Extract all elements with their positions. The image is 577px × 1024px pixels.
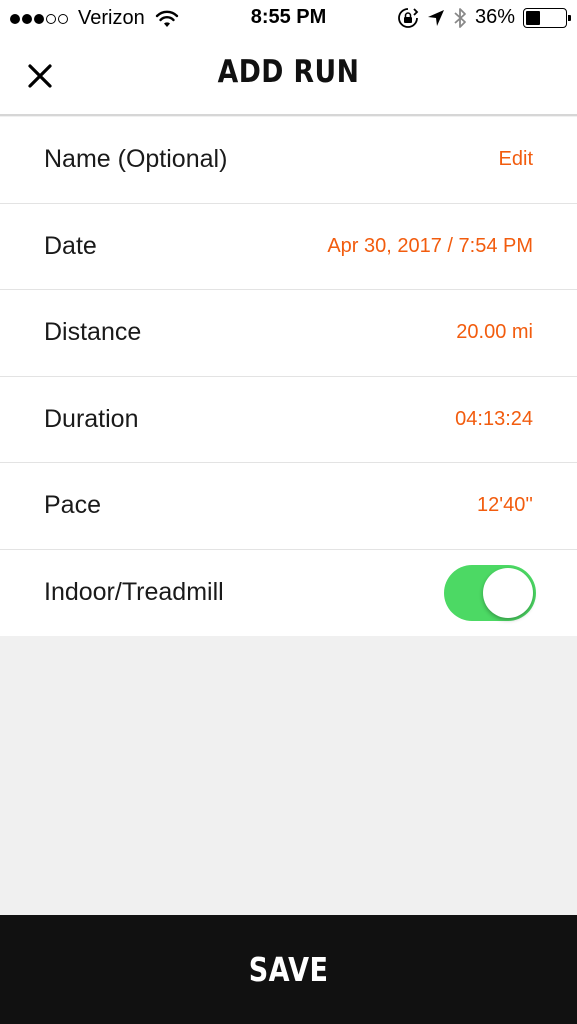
indoor-treadmill-label: Indoor/Treadmill (44, 578, 224, 607)
signal-dot (10, 13, 20, 24)
indoor-treadmill-row: Indoor/Treadmill (0, 550, 577, 637)
save-button[interactable]: SAVE (0, 915, 577, 1024)
name-edit-link[interactable]: Edit (499, 148, 533, 171)
battery-percent: 36% (474, 6, 515, 28)
add-run-form: Name (Optional) Edit Date Apr 30, 2017 /… (0, 117, 577, 636)
battery-fill (526, 10, 540, 25)
name-label: Name (Optional) (44, 145, 228, 174)
pace-label: Pace (44, 491, 101, 520)
duration-row[interactable]: Duration 04:13:24 (0, 377, 577, 463)
distance-label: Distance (44, 318, 142, 347)
date-value[interactable]: Apr 30, 2017 / 7:54 PM (327, 235, 533, 258)
rotation-lock-icon (398, 7, 419, 28)
duration-label: Duration (44, 404, 139, 433)
bluetooth-icon (454, 7, 466, 28)
date-label: Date (44, 231, 97, 260)
signal-dot (46, 13, 56, 24)
indoor-treadmill-toggle[interactable] (444, 564, 536, 621)
signal-dot (34, 13, 44, 24)
name-row[interactable]: Name (Optional) Edit (0, 117, 577, 204)
status-bar-left: Verizon (10, 7, 179, 30)
battery-icon (523, 7, 571, 28)
location-arrow-icon (427, 9, 444, 26)
carrier-name: Verizon (78, 7, 145, 29)
nav-header: ADD RUN (0, 38, 577, 116)
status-bar-right: 36% (389, 6, 571, 29)
wifi-icon (155, 10, 178, 27)
page-title: ADD RUN (217, 54, 360, 90)
distance-value[interactable]: 20.00 mi (456, 321, 533, 344)
toggle-knob[interactable] (483, 567, 533, 618)
signal-dot (58, 13, 68, 24)
signal-strength-icon (10, 13, 70, 24)
save-button-label: SAVE (248, 950, 329, 989)
distance-row[interactable]: Distance 20.00 mi (0, 290, 577, 377)
signal-dot (22, 13, 32, 24)
pace-row[interactable]: Pace 12'40'' (0, 463, 577, 550)
battery-tip (568, 14, 571, 21)
status-bar: Verizon 8:55 PM 36% (0, 0, 577, 38)
pace-value[interactable]: 12'40'' (477, 494, 533, 517)
duration-value[interactable]: 04:13:24 (455, 408, 533, 431)
date-row[interactable]: Date Apr 30, 2017 / 7:54 PM (0, 204, 577, 290)
